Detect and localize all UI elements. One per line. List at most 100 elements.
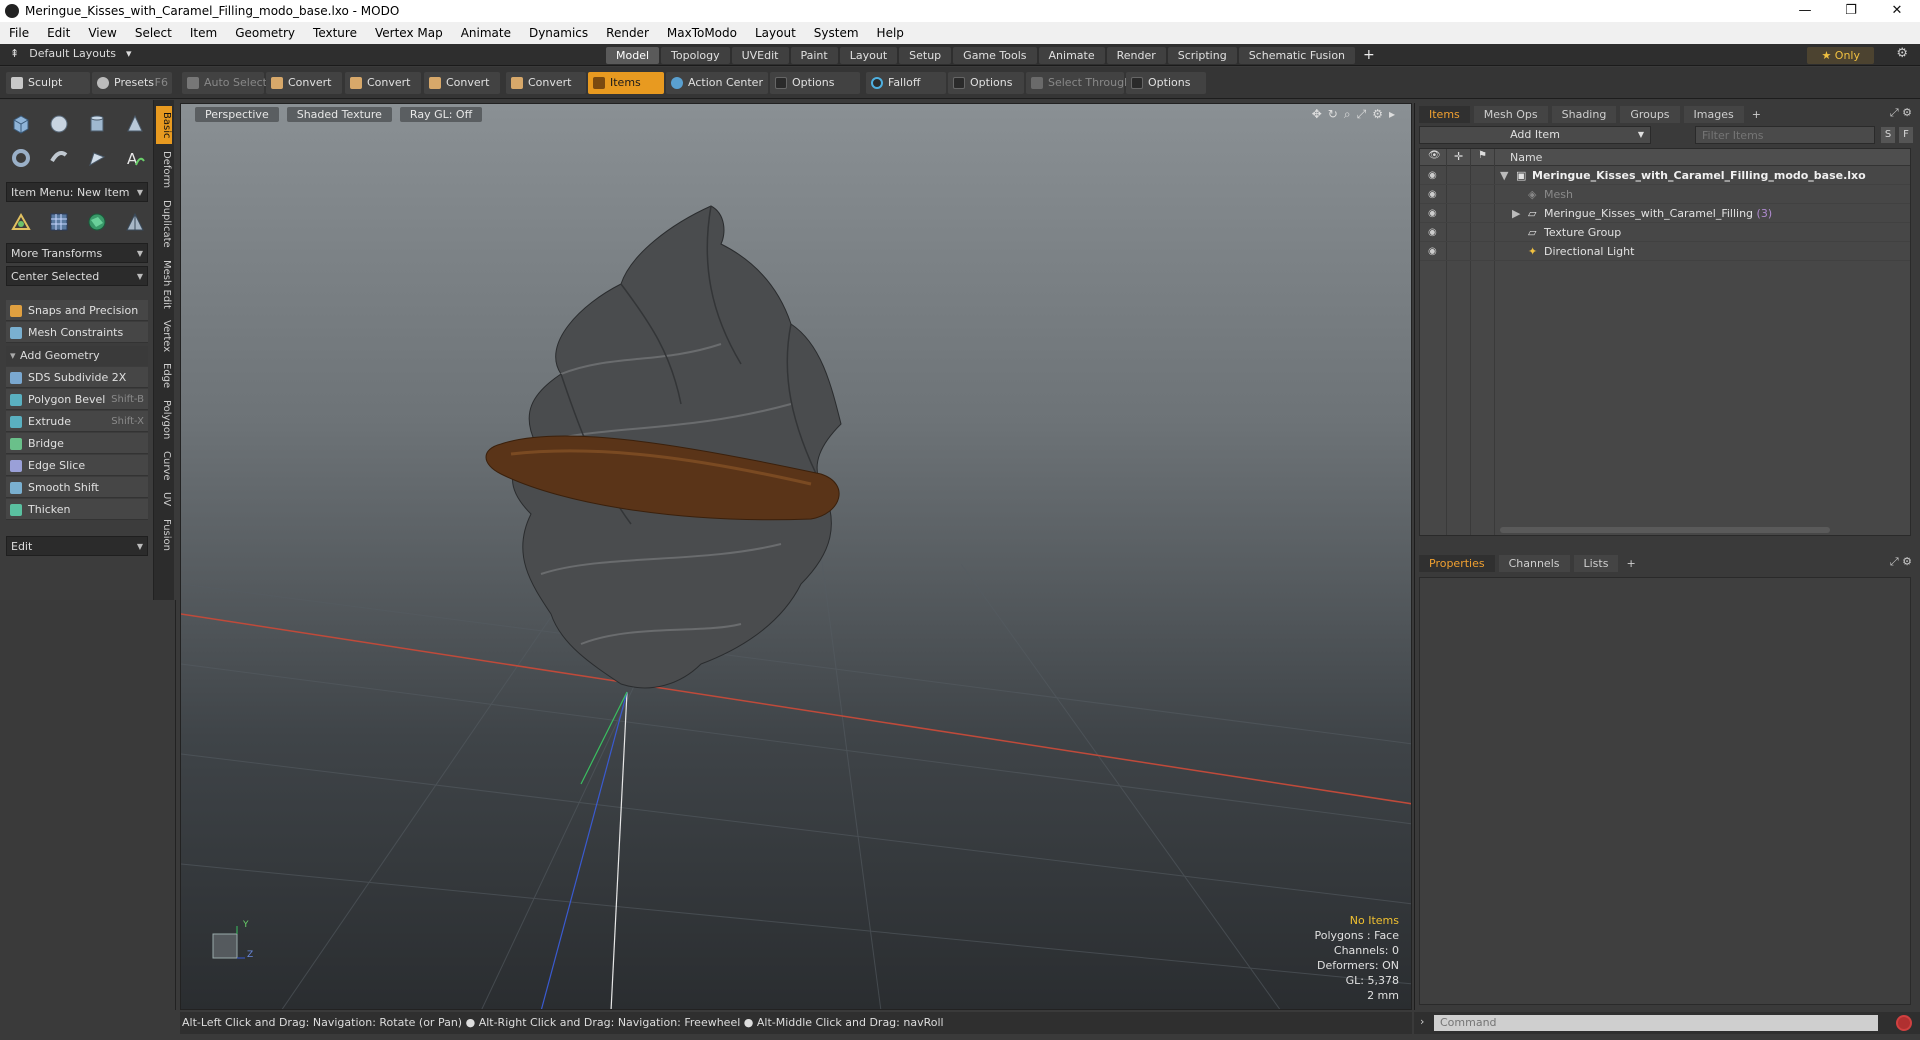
sphere-icon[interactable] xyxy=(44,110,74,138)
extrude-button[interactable]: Extrude Shift-X xyxy=(6,411,148,432)
cone-icon[interactable] xyxy=(120,110,150,138)
convert-edge-button[interactable]: Convert xyxy=(345,72,421,94)
3d-viewport[interactable]: Perspective Shaded Texture Ray GL: Off ✥… xyxy=(180,103,1412,1010)
grid-icon[interactable] xyxy=(44,208,74,236)
pen-icon[interactable] xyxy=(82,144,112,172)
props-panel-expand-icon[interactable]: ⤢ ⚙ xyxy=(1890,555,1912,569)
tab-uvedit[interactable]: UVEdit xyxy=(731,47,789,64)
expand-triangle-icon[interactable]: ▶ xyxy=(1512,205,1520,223)
name-column-header[interactable]: Name xyxy=(1510,151,1542,164)
menu-render[interactable]: Render xyxy=(597,26,658,40)
rotate-icon[interactable]: ↻ xyxy=(1328,107,1338,122)
auto-select-button[interactable]: Auto Select xyxy=(182,72,267,94)
vtab-fusion[interactable]: Fusion xyxy=(156,514,172,556)
vtab-deform[interactable]: Deform xyxy=(156,148,172,192)
items-mode-button[interactable]: Items xyxy=(588,72,664,94)
shading-mode-dropdown[interactable]: Shaded Texture xyxy=(286,107,392,122)
record-button[interactable] xyxy=(1896,1015,1912,1031)
vtab-vertex[interactable]: Vertex xyxy=(156,316,172,356)
edit-dropdown[interactable]: Edit xyxy=(6,536,148,557)
menu-select[interactable]: Select xyxy=(126,26,181,40)
action-center-options-button[interactable]: Options xyxy=(770,72,860,94)
default-layouts-dropdown[interactable]: ⇞ Default Layouts ▾ xyxy=(10,47,132,60)
tab-mesh-ops[interactable]: Mesh Ops xyxy=(1473,106,1548,123)
tab-channels[interactable]: Channels xyxy=(1498,555,1570,572)
tab-lists[interactable]: Lists xyxy=(1573,555,1619,572)
tab-setup[interactable]: Setup xyxy=(899,47,952,64)
vtab-edge[interactable]: Edge xyxy=(156,360,172,392)
add-geometry-section[interactable]: Add Geometry xyxy=(6,346,148,366)
eye-icon[interactable]: ◉ xyxy=(1428,224,1442,242)
lock-column-icon[interactable]: ✛ xyxy=(1454,150,1463,163)
filter-f-button[interactable]: F xyxy=(1899,127,1913,143)
minimize-icon[interactable]: — xyxy=(1782,0,1828,22)
close-icon[interactable]: ✕ xyxy=(1874,0,1920,22)
bridge-button[interactable]: Bridge xyxy=(6,433,148,454)
falloff-button[interactable]: Falloff xyxy=(866,72,946,94)
tab-model[interactable]: Model xyxy=(606,47,660,64)
menu-maxtomodo[interactable]: MaxToModo xyxy=(658,26,746,40)
tab-properties[interactable]: Properties xyxy=(1419,555,1495,572)
vtab-uv[interactable]: UV xyxy=(156,488,172,510)
tab-render[interactable]: Render xyxy=(1106,47,1166,64)
select-options-button[interactable]: Options xyxy=(1126,72,1206,94)
filter-s-button[interactable]: S xyxy=(1881,127,1895,143)
vtab-curve[interactable]: Curve xyxy=(156,448,172,484)
edge-slice-button[interactable]: Edge Slice xyxy=(6,455,148,476)
smooth-shift-button[interactable]: Smooth Shift xyxy=(6,477,148,498)
vtab-basic[interactable]: Basic xyxy=(156,106,172,144)
menu-texture[interactable]: Texture xyxy=(304,26,366,40)
render-column-icon[interactable]: ⚑ xyxy=(1478,150,1487,161)
menu-item[interactable]: Item xyxy=(181,26,226,40)
cube-icon[interactable] xyxy=(6,110,36,138)
eye-icon[interactable]: ◉ xyxy=(1428,243,1442,261)
torus-icon[interactable] xyxy=(6,144,36,172)
pyramid-icon[interactable] xyxy=(120,208,150,236)
visibility-column-icon[interactable]: 👁 xyxy=(1428,150,1441,161)
text-icon[interactable]: A xyxy=(120,144,150,172)
menu-help[interactable]: Help xyxy=(868,26,913,40)
items-panel-expand-icon[interactable]: ⤢ ⚙ xyxy=(1890,106,1912,120)
viewport-gear-icon[interactable]: ⚙ xyxy=(1372,107,1383,122)
action-center-button[interactable]: Action Center xyxy=(666,72,768,94)
tab-topology[interactable]: Topology xyxy=(661,47,730,64)
item-list-scrollbar[interactable] xyxy=(1500,527,1830,533)
menu-view[interactable]: View xyxy=(79,26,125,40)
item-row-directional-light[interactable]: ◉ ✦ Directional Light xyxy=(1420,243,1910,261)
only-toggle[interactable]: ★ Only xyxy=(1807,47,1874,64)
eye-icon[interactable]: ◉ xyxy=(1428,167,1442,185)
item-row-scene[interactable]: ◉ ▼ ▣ Meringue_Kisses_with_Caramel_Filli… xyxy=(1420,167,1910,185)
tab-layout[interactable]: Layout xyxy=(839,47,898,64)
tab-groups[interactable]: Groups xyxy=(1620,106,1680,123)
falloff-options-button[interactable]: Options xyxy=(948,72,1024,94)
tab-paint[interactable]: Paint xyxy=(790,47,838,64)
select-through-button[interactable]: Select Through xyxy=(1026,72,1131,94)
command-input[interactable] xyxy=(1434,1015,1878,1031)
cylinder-icon[interactable] xyxy=(82,110,112,138)
menu-geometry[interactable]: Geometry xyxy=(226,26,304,40)
eye-icon[interactable]: ◉ xyxy=(1428,186,1442,204)
center-selected-dropdown[interactable]: Center Selected xyxy=(6,266,148,287)
viewport-expand-icon[interactable]: ▸ xyxy=(1389,107,1395,122)
add-item-dropdown[interactable]: Add Item ▼ xyxy=(1419,126,1651,144)
restore-icon[interactable]: ❐ xyxy=(1828,0,1874,22)
view-mode-dropdown[interactable]: Perspective xyxy=(195,107,279,122)
menu-edit[interactable]: Edit xyxy=(38,26,79,40)
convert-items-button[interactable]: Convert xyxy=(506,72,586,94)
mesh-constraints-button[interactable]: Mesh Constraints xyxy=(6,322,148,343)
polygon-bevel-button[interactable]: Polygon Bevel Shift-B xyxy=(6,389,148,410)
vtab-duplicate[interactable]: Duplicate xyxy=(156,196,172,252)
item-menu-dropdown[interactable]: Item Menu: New Item xyxy=(6,182,148,203)
filter-items-input[interactable] xyxy=(1695,126,1875,144)
sculpt-button[interactable]: Sculpt xyxy=(6,72,90,94)
menu-file[interactable]: File xyxy=(0,26,38,40)
item-row-texture-group[interactable]: ◉ ▱ Texture Group xyxy=(1420,224,1910,242)
convert-polygon-button[interactable]: Convert xyxy=(424,72,500,94)
zoom-icon[interactable]: ⌕ xyxy=(1344,107,1351,122)
thicken-button[interactable]: Thicken xyxy=(6,499,148,520)
collapse-triangle-icon[interactable]: ▼ xyxy=(1500,167,1508,185)
item-row-mesh[interactable]: ◉ ◈ Mesh xyxy=(1420,186,1910,204)
more-transforms-dropdown[interactable]: More Transforms xyxy=(6,243,148,264)
presets-button[interactable]: Presets F6 xyxy=(92,72,172,94)
item-row-meringue-group[interactable]: ◉ ▶ ▱ Meringue_Kisses_with_Caramel_Filli… xyxy=(1420,205,1910,223)
